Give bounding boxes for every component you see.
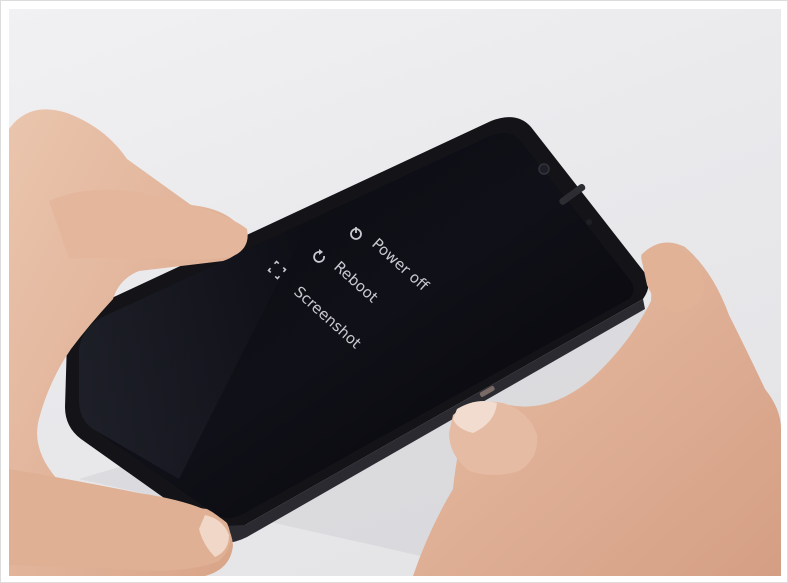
left-index-finger	[49, 189, 248, 260]
proximity-sensor	[586, 219, 592, 225]
front-camera	[538, 163, 550, 175]
phone-scene: Power off Reboot Screenshot	[9, 109, 781, 576]
photo: Power off Reboot Screenshot	[9, 9, 781, 576]
photo-frame: Power off Reboot Screenshot	[0, 0, 788, 583]
